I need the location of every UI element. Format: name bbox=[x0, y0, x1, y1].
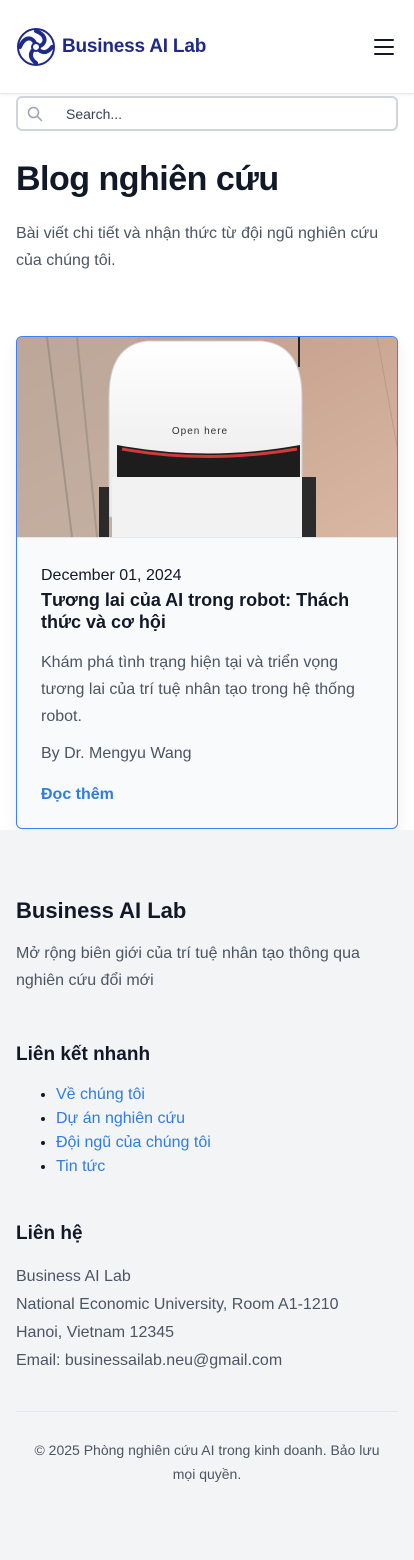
copyright: © 2025 Phòng nghiên cứu AI trong kinh do… bbox=[34, 1442, 380, 1482]
quick-link-item: Dự án nghiên cứu bbox=[56, 1107, 398, 1131]
quick-link-team[interactable]: Đội ngũ của chúng tôi bbox=[56, 1134, 211, 1151]
hamburger-menu-icon[interactable] bbox=[370, 33, 398, 61]
search-box bbox=[16, 96, 398, 131]
robot-lid-text: Open here bbox=[172, 426, 228, 437]
read-more-link[interactable]: Đọc thêm bbox=[41, 786, 114, 804]
quick-link-item: Đội ngũ của chúng tôi bbox=[56, 1131, 398, 1155]
post-image[interactable]: Open here bbox=[17, 336, 397, 537]
contact-info: Business AI Lab National Economic Univer… bbox=[16, 1263, 398, 1375]
post-title[interactable]: Tương lai của AI trong robot: Thách thức… bbox=[41, 589, 373, 633]
quick-links: Về chúng tôi Dự án nghiên cứu Đội ngũ củ… bbox=[16, 1083, 398, 1179]
quick-link-item: Tin tức bbox=[56, 1155, 398, 1179]
search-bar bbox=[0, 94, 414, 131]
quick-link-about[interactable]: Về chúng tôi bbox=[56, 1086, 145, 1103]
contact-line-name: Business AI Lab bbox=[16, 1268, 131, 1285]
page-subtitle: Bài viết chi tiết và nhận thức từ đội ng… bbox=[16, 224, 379, 269]
blog-list: Open here December 01, 2024 Tương lai củ… bbox=[0, 274, 414, 829]
hero: Blog nghiên cứu Bài viết chi tiết và nhậ… bbox=[0, 131, 414, 274]
delivery-robot-image: Open here bbox=[17, 336, 397, 537]
quick-link-news[interactable]: Tin tức bbox=[56, 1158, 105, 1175]
page-title: Blog nghiên cứu bbox=[16, 160, 279, 198]
brand-name: Business AI Lab bbox=[62, 35, 207, 57]
contact-line-address: National Economic University, Room A1-12… bbox=[16, 1296, 339, 1313]
post-author: By Dr. Mengyu Wang bbox=[41, 744, 192, 762]
footer-divider bbox=[16, 1411, 398, 1412]
post-excerpt: Khám phá tình trạng hiện tại và triển vọ… bbox=[41, 653, 355, 725]
post-body: December 01, 2024 Tương lai của AI trong… bbox=[17, 536, 397, 828]
quick-link-item: Về chúng tôi bbox=[56, 1083, 398, 1107]
swirl-logo-icon bbox=[17, 27, 55, 66]
contact-line-email: Email: businessailab.neu@gmail.com bbox=[16, 1352, 283, 1369]
quick-links-heading: Liên kết nhanh bbox=[16, 1044, 151, 1065]
site-footer: Business AI Lab Mở rộng biên giới của tr… bbox=[0, 830, 414, 1560]
footer-brand: Business AI Lab bbox=[16, 898, 187, 923]
search-input[interactable] bbox=[18, 98, 396, 129]
site-header: Business AI Lab bbox=[0, 0, 414, 94]
brand[interactable]: Business AI Lab bbox=[16, 27, 206, 67]
footer-tagline: Mở rộng biên giới của trí tuệ nhân tạo t… bbox=[16, 945, 360, 989]
contact-heading: Liên hệ bbox=[16, 1223, 83, 1244]
post-date: December 01, 2024 bbox=[41, 566, 182, 584]
search-icon bbox=[27, 106, 43, 122]
blog-card[interactable]: Open here December 01, 2024 Tương lai củ… bbox=[16, 335, 398, 829]
quick-link-projects[interactable]: Dự án nghiên cứu bbox=[56, 1110, 185, 1127]
contact-line-city: Hanoi, Vietnam 12345 bbox=[16, 1324, 175, 1341]
